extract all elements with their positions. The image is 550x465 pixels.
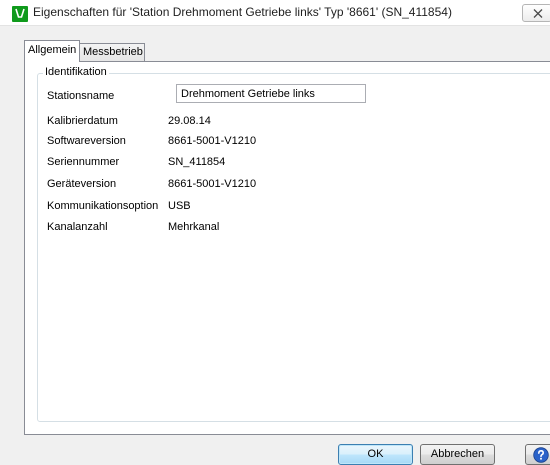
close-button[interactable] <box>522 4 550 22</box>
window-title: Eigenschaften für 'Station Drehmoment Ge… <box>33 5 452 19</box>
stationsname-input[interactable] <box>176 84 366 103</box>
group-title: Identifikation <box>43 66 109 78</box>
help-button[interactable] <box>525 444 550 465</box>
value-softwareversion: 8661-5001-V1210 <box>168 135 257 147</box>
properties-dialog: Eigenschaften für 'Station Drehmoment Ge… <box>0 0 550 465</box>
value-geraeteversion: 8661-5001-V1210 <box>168 178 257 190</box>
app-icon <box>12 6 28 22</box>
help-icon <box>533 447 549 463</box>
title-bar[interactable]: Eigenschaften für 'Station Drehmoment Ge… <box>0 0 550 26</box>
value-kommunikationsoption: USB <box>168 200 191 212</box>
label-stationsname: Stationsname <box>47 90 115 102</box>
label-seriennummer: Seriennummer <box>47 156 120 168</box>
tab-allgemein[interactable]: Allgemein <box>24 40 80 62</box>
cancel-button[interactable]: Abbrechen <box>420 444 495 465</box>
label-kalibrierdatum: Kalibrierdatum <box>47 115 118 127</box>
label-softwareversion: Softwareversion <box>47 135 126 147</box>
close-icon <box>533 9 543 18</box>
value-kanalanzahl: Mehrkanal <box>168 221 220 233</box>
value-kalibrierdatum: 29.08.14 <box>168 115 211 127</box>
label-kommunikationsoption: Kommunikationsoption <box>47 200 159 212</box>
value-seriennummer: SN_411854 <box>168 156 226 168</box>
label-geraeteversion: Geräteversion <box>47 178 117 190</box>
tab-messbetrieb[interactable]: Messbetrieb <box>80 43 145 62</box>
label-kanalanzahl: Kanalanzahl <box>47 221 108 233</box>
ok-button[interactable]: OK <box>338 444 413 465</box>
